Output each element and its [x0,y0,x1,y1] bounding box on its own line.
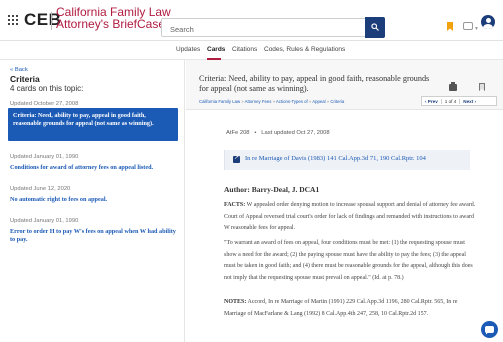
prev-button[interactable]: ‹ Prev [422,99,441,104]
card-id: AtFe 208 [226,130,250,136]
notes-label: NOTES: [224,299,247,305]
meta-separator: • [251,130,260,136]
search-button[interactable] [365,17,385,38]
pager-position: 1 of 4 [440,98,461,104]
card-date: Updated June 12, 2020 [10,186,71,192]
card-date: Updated January 01, 1990 [10,154,79,160]
brand-divider [51,12,52,30]
breadcrumb-item[interactable]: California Family Law [199,99,240,104]
breadcrumb-item[interactable]: Attorney Fees [245,99,272,104]
facts-label: FACTS: [224,202,246,208]
printer-icon [449,82,457,91]
card-meta: AtFe 208 • Last updated Oct 27, 2008 [226,130,330,136]
search-icon [371,23,379,31]
chat-icon[interactable] [463,22,473,30]
author-label: Author: [224,185,250,194]
list-item[interactable]: No automatic right to fees on appeal. [10,196,178,204]
external-link-icon [233,154,240,163]
facts-paragraph: FACTS: W appealed order denying motion t… [224,200,476,235]
tab-cards[interactable]: Cards [207,46,225,53]
back-link[interactable]: « Back [10,67,28,73]
card-date: Updated October 27, 2008 [10,101,79,107]
card-count: 4 cards on this topic: [10,84,84,93]
quote-paragraph: "To warrant an award of fees on appeal, … [224,240,473,281]
case-citation-link[interactable]: In re Marriage of Davis (1983) 141 Cal.A… [245,155,426,162]
document-header: Criteria: Need, ability to pay, appeal i… [186,60,503,110]
next-button[interactable]: Next › [460,99,479,104]
card-date: Updated January 01, 1990 [10,218,79,224]
product-title-line2: Attorney's BriefCase [56,17,166,31]
cards-sidebar: « Back Criteria 4 cards on this topic: U… [0,60,185,342]
card-pager: ‹ Prev 1 of 4 Next › [421,96,497,106]
sidebar-heading: Criteria [10,74,40,84]
author-name: Barry-Deal, J. DCA1 [251,185,320,194]
author-line: Author: Barry-Deal, J. DCA1 [224,185,319,194]
breadcrumb-item[interactable]: Appeal [312,99,325,104]
notes-paragraph: NOTES: Accord, In re Marriage of Martin … [224,297,476,320]
tab-codes-rules[interactable]: Codes, Rules & Regulations [264,46,345,53]
list-item[interactable]: Conditions for award of attorney fees on… [10,164,178,172]
search-input[interactable] [162,21,385,38]
facts-text: W appealed order denying motion to incre… [224,202,476,231]
help-chat-button[interactable] [481,321,498,338]
top-nav: Updates Cards Citations Codes, Rules & R… [0,41,503,60]
bookmark-icon[interactable] [447,22,453,31]
chevron-down-icon[interactable]: ▼ [474,26,479,32]
search-box [161,18,385,38]
tab-updates[interactable]: Updates [176,46,200,53]
case-citation-box[interactable]: In re Marriage of Davis (1983) 141 Cal.A… [224,150,470,170]
notes-text: Accord, In re Marriage of Martin (1991) … [224,299,458,317]
apps-grid-icon[interactable] [8,15,18,25]
list-item-active[interactable]: Criteria: Need, ability to pay, appeal i… [8,108,178,141]
product-title: California Family Law Attorney's BriefCa… [56,6,171,30]
breadcrumb-item[interactable]: Criteria [330,99,344,104]
document-title: Criteria: Need, ability to pay, appeal i… [199,74,430,93]
user-avatar-icon[interactable] [481,15,495,29]
breadcrumb: California Family Law » Attorney Fees » … [199,99,345,104]
last-updated: Last updated Oct 27, 2008 [261,130,330,136]
list-item[interactable]: Error to order H to pay W's fees on appe… [10,228,178,245]
app-header: CEB California Family Law Attorney's Bri… [0,0,503,41]
bookmark-outline-icon [479,83,485,91]
card-title: Criteria: Need, ability to pay, appeal i… [13,112,154,128]
breadcrumb-item[interactable]: Actions-Types of [276,99,308,104]
tab-citations[interactable]: Citations [232,46,257,53]
